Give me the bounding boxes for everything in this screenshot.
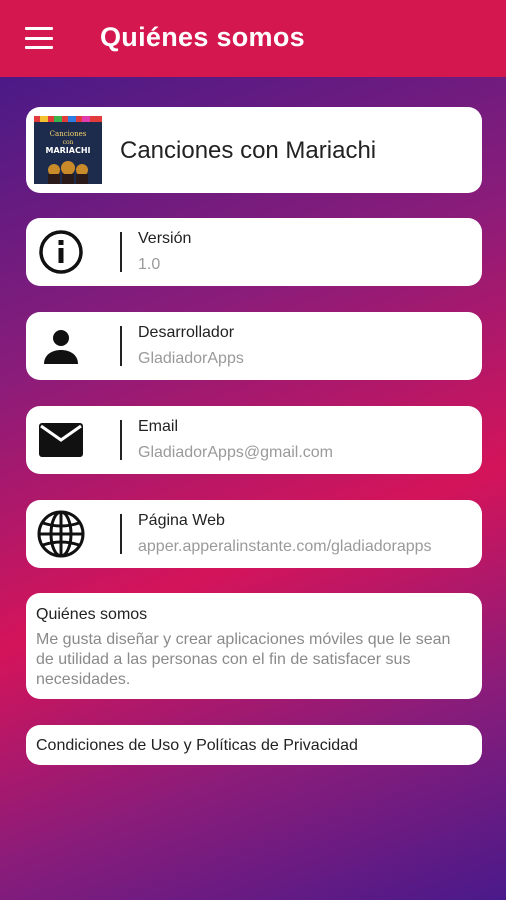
mail-icon bbox=[36, 415, 86, 465]
version-card: Versión 1.0 bbox=[26, 218, 482, 286]
terms-label: Condiciones de Uso y Políticas de Privac… bbox=[36, 737, 358, 754]
website-value[interactable]: apper.apperalinstante.com/gladiadorapps bbox=[138, 538, 432, 556]
person-icon bbox=[36, 321, 86, 371]
app-bar: Quiénes somos bbox=[0, 0, 506, 77]
app-name: Canciones con Mariachi bbox=[120, 137, 377, 164]
email-label: Email bbox=[138, 418, 179, 435]
website-card[interactable]: Página Web apper.apperalinstante.com/gla… bbox=[26, 500, 482, 568]
terms-button[interactable]: Condiciones de Uso y Políticas de Privac… bbox=[26, 725, 482, 765]
app-thumbnail: Canciones con MARIACHI bbox=[34, 116, 102, 184]
version-label: Versión bbox=[138, 230, 192, 247]
website-label: Página Web bbox=[138, 512, 225, 529]
svg-text:con: con bbox=[63, 139, 74, 146]
about-card: Quiénes somos Me gusta diseñar y crear a… bbox=[26, 593, 482, 699]
version-value: 1.0 bbox=[138, 256, 161, 273]
page-title: Quiénes somos bbox=[100, 22, 305, 52]
developer-value: GladiadorApps bbox=[138, 350, 244, 367]
about-text: Me gusta diseñar y crear aplicaciones mó… bbox=[36, 631, 451, 688]
divider bbox=[120, 232, 122, 272]
email-card[interactable]: Email GladiadorApps@gmail.com bbox=[26, 406, 482, 474]
divider bbox=[120, 514, 122, 554]
developer-card: Desarrollador GladiadorApps bbox=[26, 312, 482, 380]
app-card: Canciones con MARIACHI Canciones con Mar… bbox=[26, 107, 482, 193]
divider bbox=[120, 420, 122, 460]
svg-text:MARIACHI: MARIACHI bbox=[45, 146, 90, 155]
info-icon bbox=[36, 227, 86, 277]
menu-icon[interactable] bbox=[25, 27, 53, 49]
developer-label: Desarrollador bbox=[138, 324, 235, 341]
divider bbox=[120, 326, 122, 366]
about-title: Quiénes somos bbox=[36, 606, 148, 623]
svg-text:Canciones: Canciones bbox=[50, 130, 87, 138]
globe-icon bbox=[36, 509, 86, 559]
email-value[interactable]: GladiadorApps@gmail.com bbox=[138, 444, 333, 462]
